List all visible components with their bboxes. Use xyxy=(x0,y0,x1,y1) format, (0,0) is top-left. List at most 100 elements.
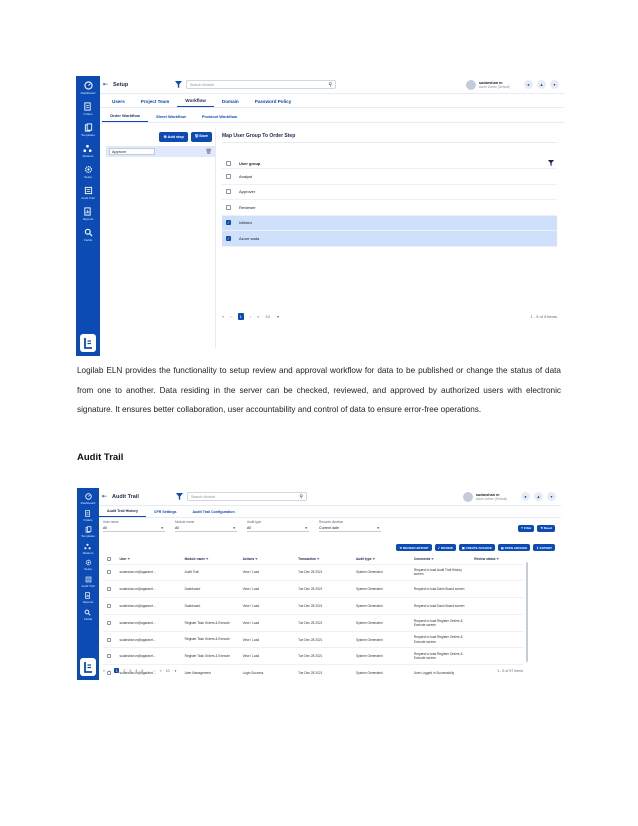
last-page-button[interactable]: » xyxy=(160,669,162,673)
user-menu[interactable]: sudarshan m Azure Admin (Default) ● ▲ ▾ xyxy=(462,491,556,502)
table-row[interactable]: sudarshan.m@agaramt... Register Task Orde… xyxy=(103,631,523,649)
filter-audit-type[interactable]: Audit type All ▾ xyxy=(247,520,309,532)
filter-button[interactable]: ⏷ Filter xyxy=(517,524,535,532)
sidebar-item-orders[interactable]: Orders xyxy=(83,509,93,522)
create-archive-button[interactable]: ▣ CREATE ARCHIVE xyxy=(458,544,495,552)
column-header-audit-type[interactable]: Audit type ⏷ xyxy=(354,554,412,565)
filter-records-duration[interactable]: Records duration Current date ▾ xyxy=(319,520,381,532)
page-size-select[interactable]: 10 ▾ xyxy=(166,669,177,673)
table-row[interactable]: sudarshan.m@agaramt... Register Task Orde… xyxy=(103,614,523,632)
filter-icon[interactable]: ⏷ xyxy=(127,557,130,561)
filter-icon[interactable]: ⏷ xyxy=(431,557,434,561)
collapse-icon[interactable]: ⇤ xyxy=(102,493,110,500)
select-all-checkbox[interactable] xyxy=(107,556,111,561)
sidebar-item-fields[interactable]: Fields xyxy=(84,228,93,242)
column-header-user[interactable]: User ⏷ xyxy=(117,554,183,565)
sidebar-item-setup[interactable]: Setup xyxy=(84,559,92,571)
column-header-comments[interactable]: Comments ⏷ xyxy=(411,554,473,565)
row-checkbox[interactable]: ✓ xyxy=(226,235,231,241)
prev-page-button[interactable]: ‹ xyxy=(109,669,110,673)
prev-page-button[interactable]: ‹ xyxy=(230,314,231,319)
column-header-transaction[interactable]: Transaction ⏷ xyxy=(296,554,354,565)
filter-user-name[interactable]: User name All ▾ xyxy=(103,520,165,532)
list-item[interactable]: ✓ Azure sada xyxy=(222,231,557,247)
reset-button[interactable]: ⟲ Reset xyxy=(537,524,555,532)
sidebar-item-dashboard[interactable]: Dashboard xyxy=(81,81,95,95)
tab-workflow[interactable]: Workflow xyxy=(177,98,214,107)
row-checkbox[interactable] xyxy=(226,204,231,210)
page-button-1[interactable]: 1 xyxy=(237,313,244,320)
table-scrollbar[interactable] xyxy=(526,562,528,662)
row-checkbox[interactable] xyxy=(107,603,111,608)
row-checkbox[interactable]: ✓ xyxy=(226,220,231,226)
row-checkbox[interactable] xyxy=(107,570,111,575)
page-size-select[interactable]: 10 ▾ xyxy=(265,314,279,319)
page-button-2[interactable]: 2 xyxy=(123,669,125,673)
row-checkbox[interactable] xyxy=(226,173,231,179)
page-button-1[interactable]: 1 xyxy=(114,668,120,673)
chevron-down-icon[interactable]: ▾ xyxy=(550,80,559,89)
review-button[interactable]: ✓ REVIEW xyxy=(434,544,456,552)
filter-icon[interactable]: ⏷ xyxy=(255,557,258,561)
tab-sheet-workflow[interactable]: Sheet Workflow xyxy=(148,114,194,122)
tab-domain[interactable]: Domain xyxy=(214,99,247,107)
list-item[interactable]: Reviewer xyxy=(222,200,557,216)
user-menu[interactable]: sudarshan m Azure Admin (Default) ● ▲ ▾ xyxy=(465,79,559,90)
table-row[interactable]: sudarshan.m@agaramt... Dashboard View / Lo… xyxy=(103,580,523,599)
filter-icon[interactable] xyxy=(176,493,183,500)
step-name-input[interactable]: Approve xyxy=(109,148,155,155)
bell-icon[interactable]: ▲ xyxy=(534,492,543,501)
chevron-down-icon[interactable]: ▾ xyxy=(547,492,556,501)
bell-icon[interactable]: ▲ xyxy=(537,80,546,89)
filter-module-name[interactable]: Module name All ▾ xyxy=(175,520,237,532)
page-ellipsis[interactable]: ... xyxy=(147,669,150,673)
filter-icon[interactable] xyxy=(175,81,182,88)
search-icon[interactable]: ⚲ xyxy=(299,494,303,500)
add-step-button[interactable]: ⊕ Add step xyxy=(159,132,188,142)
list-item[interactable]: Approver xyxy=(222,185,557,200)
sidebar-item-templates[interactable]: Templates xyxy=(81,123,95,137)
filter-icon[interactable]: ⏷ xyxy=(496,557,499,561)
save-button[interactable]: 🖫 Save xyxy=(190,132,212,142)
last-page-button[interactable]: » xyxy=(257,314,259,319)
tab-order-workflow[interactable]: Order Workflow xyxy=(102,113,148,122)
row-checkbox[interactable] xyxy=(107,620,111,625)
list-item[interactable]: ✓ Initiator xyxy=(222,215,557,231)
column-header-actions[interactable]: Actions ⏷ xyxy=(240,554,297,565)
tab-cfr-settings[interactable]: CFR Settings xyxy=(146,510,185,517)
sidebar-item-audit-trail[interactable]: Audit Trail xyxy=(81,186,95,200)
collapse-icon[interactable]: ⇤ xyxy=(103,81,111,88)
tab-users[interactable]: Users xyxy=(104,99,133,107)
trash-icon[interactable]: 🗑 xyxy=(206,149,212,155)
row-checkbox[interactable] xyxy=(107,587,111,592)
first-page-button[interactable]: « xyxy=(103,669,105,673)
select-all-checkbox[interactable] xyxy=(226,160,231,166)
filter-icon[interactable]: ⏷ xyxy=(206,557,209,561)
sidebar-item-dashboard[interactable]: Dashboard xyxy=(81,493,95,505)
workflow-step-row[interactable]: Approve 🗑 xyxy=(106,146,215,157)
page-button-4[interactable]: 4 xyxy=(135,669,137,673)
tab-audit-trail-configuration[interactable]: Audit Trail Configuration xyxy=(185,510,243,517)
sidebar-item-masters[interactable]: Masters xyxy=(83,543,93,555)
filter-icon[interactable]: ⏷ xyxy=(317,557,320,561)
review-history-button[interactable]: ⟲ REVIEW HISTORY xyxy=(396,544,432,552)
page-button-3[interactable]: 3 xyxy=(129,669,131,673)
tab-password-policy[interactable]: Password Policy xyxy=(247,99,300,107)
notification-icon[interactable]: ● xyxy=(521,492,530,501)
row-checkbox[interactable] xyxy=(226,189,231,195)
list-item[interactable]: Analyst xyxy=(222,169,557,185)
tab-project-team[interactable]: Project Team xyxy=(133,99,178,107)
row-checkbox[interactable] xyxy=(107,637,111,642)
notification-icon[interactable]: ● xyxy=(524,80,533,89)
open-archive-button[interactable]: ▤ OPEN ARCHIVE xyxy=(497,544,531,552)
sidebar-item-orders[interactable]: Orders xyxy=(83,102,93,116)
sidebar-item-reports[interactable]: Reports xyxy=(83,207,93,221)
search-icon[interactable]: ⚲ xyxy=(328,82,332,88)
sidebar-item-setup[interactable]: Setup xyxy=(84,165,93,179)
column-header-module-name[interactable]: Module name ⏷ xyxy=(182,554,241,565)
sidebar-item-masters[interactable]: Masters xyxy=(83,144,93,158)
search-input[interactable]: Search Module ⚲ xyxy=(186,80,336,89)
next-page-button[interactable]: › xyxy=(154,669,155,673)
table-row[interactable]: sudarshan.m@agaramt... Register Task Orde… xyxy=(103,647,523,666)
filter-icon[interactable]: ⏷ xyxy=(372,557,375,561)
